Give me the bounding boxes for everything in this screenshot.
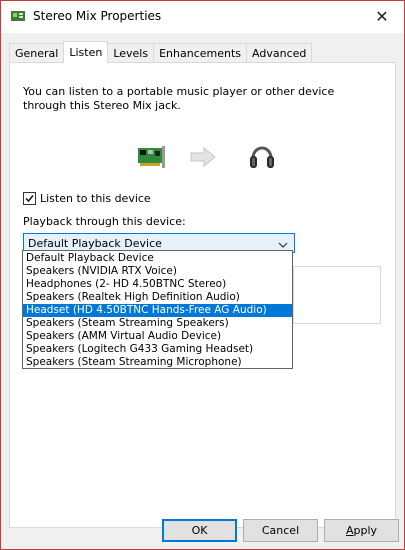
playback-label: Playback through this device: xyxy=(23,215,186,228)
dropdown-option-highlighted[interactable]: Headset (HD 4.50BTNC Hands-Free AG Audio… xyxy=(23,304,292,317)
dropdown-option[interactable]: Default Playback Device xyxy=(23,252,292,265)
ok-button[interactable]: OK xyxy=(162,519,237,542)
dropdown-option[interactable]: Speakers (Steam Streaming Speakers) xyxy=(23,317,292,330)
tab-advanced[interactable]: Advanced xyxy=(246,43,313,62)
listen-checkbox-row[interactable]: Listen to this device xyxy=(23,190,151,206)
apply-button[interactable]: Apply xyxy=(324,519,399,542)
tab-levels[interactable]: Levels xyxy=(107,43,155,62)
listen-checkbox[interactable] xyxy=(23,191,36,205)
playback-device-dropdown[interactable]: Default Playback Device Speakers (NVIDIA… xyxy=(22,250,293,369)
dropdown-option[interactable]: Speakers (NVIDIA RTX Voice) xyxy=(23,265,292,278)
dropdown-option[interactable]: Speakers (Realtek High Definition Audio) xyxy=(23,291,292,304)
cancel-button[interactable]: Cancel xyxy=(243,519,318,542)
apply-label-rest: pply xyxy=(353,524,378,537)
arrow-right-icon xyxy=(190,146,216,168)
listen-description: You can listen to a portable music playe… xyxy=(23,85,335,112)
tab-listen[interactable]: Listen xyxy=(63,41,109,63)
listen-checkbox-label: Listen to this device xyxy=(40,191,151,205)
title-bar[interactable]: Stereo Mix Properties ✕ xyxy=(1,1,404,33)
dropdown-option[interactable]: Speakers (Steam Streaming Microphone) xyxy=(23,356,292,369)
power-management-group xyxy=(293,266,381,324)
close-icon: ✕ xyxy=(375,7,389,26)
playback-selected-value: Default Playback Device xyxy=(28,236,162,250)
tab-strip: General Listen Levels Enhancements Advan… xyxy=(9,41,313,63)
tab-enhancements[interactable]: Enhancements xyxy=(153,43,248,62)
chevron-down-icon xyxy=(278,239,288,248)
dropdown-option[interactable]: Speakers (Logitech G433 Gaming Headset) xyxy=(23,343,292,356)
close-button[interactable]: ✕ xyxy=(360,1,404,32)
sound-card-icon xyxy=(136,145,166,169)
tab-general[interactable]: General xyxy=(9,43,65,62)
device-diagram xyxy=(10,141,395,175)
speaker-window-icon xyxy=(10,9,26,23)
dropdown-option[interactable]: Speakers (AMM Virtual Audio Device) xyxy=(23,330,292,343)
dropdown-option[interactable]: Headphones (2- HD 4.50BTNC Stereo) xyxy=(23,278,292,291)
headphones-icon xyxy=(249,141,275,171)
apply-mnemonic: A xyxy=(345,524,354,537)
window-title: Stereo Mix Properties xyxy=(33,9,162,23)
check-icon xyxy=(25,194,34,202)
dialog-footer: OK Cancel Apply xyxy=(1,519,404,549)
